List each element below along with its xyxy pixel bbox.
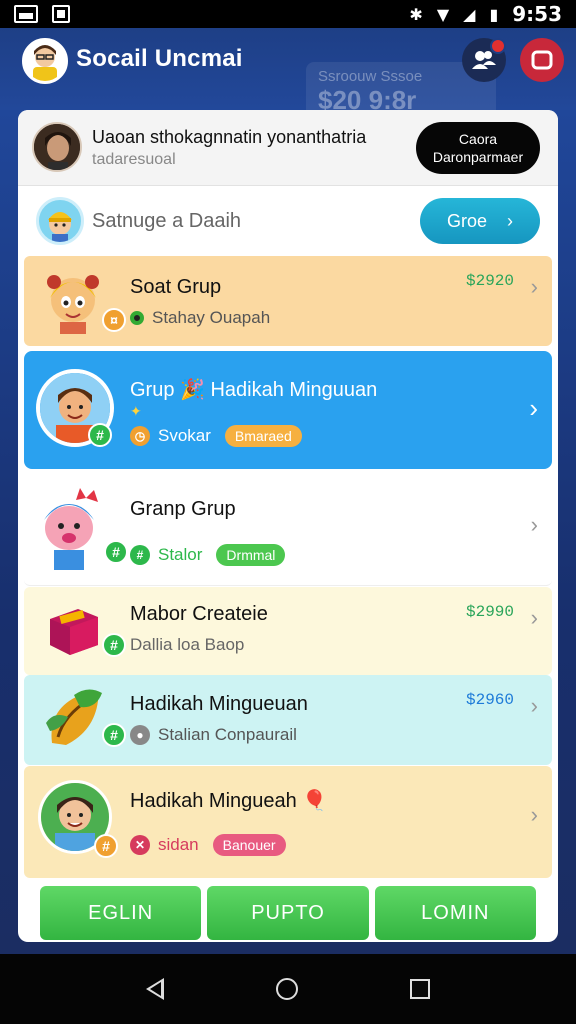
status-left — [14, 5, 70, 23]
sparkle-icon: ✦ — [130, 403, 142, 419]
eglin-button[interactable]: EGLIN — [40, 886, 202, 940]
row-subtitle: ✕ sidan Banouer — [130, 834, 286, 856]
profile-action-button[interactable]: Caora Daronparmaer — [416, 122, 540, 174]
back-icon[interactable] — [146, 978, 164, 1000]
app-title: Socail Uncmai — [76, 45, 243, 72]
row-title: Granp Grup — [130, 498, 236, 520]
list-item[interactable]: # Granp Grup # Stalor Drmmal › — [24, 472, 552, 586]
battery-icon: ▮ — [489, 4, 499, 24]
profile-name: Uaoan sthokagnnatin yonanthatria — [92, 127, 367, 147]
stop-icon — [531, 50, 553, 70]
gallery-icon — [14, 5, 38, 23]
status-badge: Drmmal — [216, 544, 286, 566]
row-title: Soat Grup — [130, 276, 222, 298]
profile-subtitle: tadaresuoal — [92, 151, 176, 168]
home-icon[interactable] — [276, 978, 298, 1000]
row-price: $2960 — [465, 691, 514, 709]
chevron-right-icon: › — [529, 393, 538, 423]
dot-icon — [130, 311, 144, 325]
group-avatar — [44, 599, 104, 659]
chevron-right-icon: › — [530, 802, 538, 827]
lomin-button[interactable]: LOMIN — [374, 886, 536, 940]
chevron-right-icon: › — [530, 512, 538, 537]
list-item[interactable]: ¤ Soat Grup Stahay Ouapah $2920 › — [24, 256, 552, 346]
list-item[interactable]: # Hadikah Mingueah 🎈 ✕ sidan Banouer › — [24, 766, 552, 878]
hash-icon: # — [102, 633, 126, 657]
row-subtitle: Stahay Ouapah — [130, 308, 270, 328]
app-avatar[interactable] — [22, 38, 68, 84]
clock-icon: ◷ — [130, 426, 150, 446]
profile-header: Uaoan sthokagnnatin yonanthatria tadares… — [18, 110, 558, 186]
status-badge: Bmaraed — [224, 425, 302, 447]
dot-icon: ● — [130, 725, 150, 745]
photo-icon — [52, 5, 70, 23]
search-bar: Groe › — [18, 192, 558, 254]
row-subtitle: # Stalor Drmmal — [130, 544, 286, 566]
profile-button-line2: Daronparmaer — [432, 149, 524, 165]
coin-icon: ¤ — [102, 308, 126, 332]
status-time: 9:53 — [512, 2, 562, 26]
list-item[interactable]: # ✦ Grup 🎉 Hadikah Minguuan ◷ Svokar Bma… — [24, 351, 552, 469]
navigation-bar — [0, 954, 576, 1024]
hash-icon: # — [130, 545, 150, 565]
hash-icon: # — [88, 423, 112, 447]
wifi-icon: ▼ — [436, 4, 450, 24]
group-avatar — [34, 484, 104, 570]
search-input[interactable] — [92, 204, 392, 238]
chevron-right-icon: › — [530, 274, 538, 299]
row-price: $2990 — [465, 603, 514, 621]
chevron-right-icon: › — [507, 210, 514, 231]
hash-icon: # — [94, 834, 118, 858]
row-subtitle: Dallia loa Baop — [130, 635, 245, 654]
row-subtitle: ◷ Svokar Bmaraed — [130, 425, 302, 447]
people-button[interactable] — [462, 38, 506, 82]
notification-dot — [490, 38, 506, 54]
profile-button-line1: Caora — [458, 131, 498, 147]
go-button[interactable]: Groe › — [420, 198, 540, 244]
stop-button[interactable] — [520, 38, 564, 82]
chevron-right-icon: › — [530, 693, 538, 718]
background-label: Ssroouw Sssoe — [318, 68, 423, 85]
bluetooth-icon: ✱ — [409, 4, 423, 24]
go-label: Groe — [446, 210, 488, 231]
group-avatar — [44, 687, 104, 751]
group-panel: Uaoan sthokagnnatin yonanthatria tadares… — [18, 110, 558, 942]
chevron-right-icon: › — [530, 605, 538, 630]
status-bar: ✱ ▼ ◢ ▮ 9:53 — [0, 0, 576, 28]
no-signal-icon: ◢ — [463, 4, 476, 24]
row-title: Hadikah Mingueah 🎈 — [130, 790, 328, 812]
hash-icon: # — [104, 540, 128, 564]
row-subtitle: ● Stalian Conpaurail — [130, 725, 297, 745]
search-avatar — [36, 197, 84, 245]
list-item[interactable]: # Hadikah Mingueuan ● Stalian Conpaurail… — [24, 675, 552, 765]
recent-apps-icon[interactable] — [410, 979, 430, 999]
list-item[interactable]: # Mabor Createie Dallia loa Baop $2990 › — [24, 587, 552, 675]
status-badge: Banouer — [212, 834, 286, 856]
hash-icon: # — [102, 723, 126, 747]
row-title: Mabor Createie — [130, 603, 268, 625]
group-avatar — [42, 264, 104, 334]
row-price: $2920 — [465, 272, 514, 290]
profile-avatar[interactable] — [32, 122, 82, 172]
row-title: Grup 🎉 Hadikah Minguuan — [130, 379, 378, 401]
row-title: Hadikah Mingueuan — [130, 693, 308, 715]
close-icon: ✕ — [130, 835, 150, 855]
footer-actions: EGLIN PUPTO LOMIN — [18, 886, 558, 942]
status-right: ✱ ▼ ◢ ▮ 9:53 — [409, 2, 562, 26]
pupto-button[interactable]: PUPTO — [207, 886, 369, 940]
